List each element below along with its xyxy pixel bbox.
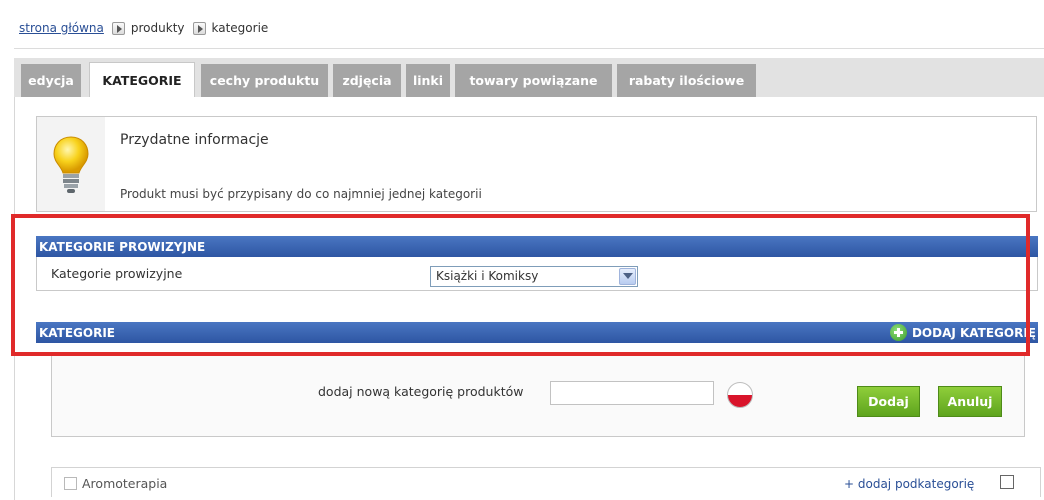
lightbulb-icon [53,136,89,193]
new-category-label: dodaj nową kategorię produktów [318,384,524,399]
category-row: Aromoterapia + dodaj podkategorię [51,467,1041,497]
info-title: Przydatne informacje [120,132,269,148]
tab-edycja[interactable]: edycja [21,64,81,97]
subcategory-checkbox[interactable] [1000,475,1014,489]
tab-kategorie[interactable]: KATEGORIE [89,62,195,97]
breadcrumb-products: produkty [130,21,185,35]
tab-rabaty-ilosciowe[interactable]: rabaty ilościowe [617,64,756,97]
category-label: Aromoterapia [82,476,168,491]
cancel-button[interactable]: Anuluj [938,386,1002,417]
breadcrumb: strona główna produkty kategorie [19,19,268,37]
tab-bar: edycja KATEGORIE cechy produktu zdjęcia … [14,58,1044,97]
breadcrumb-home-link[interactable]: strona główna [19,21,104,35]
add-subcategory-link[interactable]: + dodaj podkategorię [844,477,974,491]
tab-towary-powiazane[interactable]: towary powiązane [455,64,612,97]
new-category-form: dodaj nową kategorię produktów Dodaj Anu… [51,353,1025,437]
add-button[interactable]: Dodaj [857,386,920,417]
tab-zdjecia[interactable]: zdjęcia [333,64,401,97]
breadcrumb-arrow-icon [111,21,125,35]
new-category-input[interactable] [550,381,714,405]
category-checkbox[interactable] [64,477,77,490]
breadcrumb-arrow-icon [192,21,206,35]
info-box: Przydatne informacje Produkt musi być pr… [36,116,1037,212]
polish-flag-icon[interactable] [727,382,753,408]
info-icon-area [37,117,105,211]
tab-linki[interactable]: linki [406,64,450,97]
highlight-frame [11,214,1030,356]
breadcrumb-categories: kategorie [211,21,269,35]
divider [14,48,1044,49]
tab-cechy-produktu[interactable]: cechy produktu [201,64,328,97]
info-text: Produkt musi być przypisany do co najmni… [120,187,482,201]
